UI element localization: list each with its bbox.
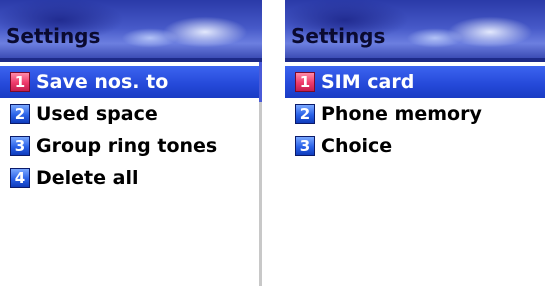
menu-item-sim-card[interactable]: 1 SIM card: [285, 66, 545, 98]
menu-item-label: SIM card: [321, 71, 415, 93]
number-3-icon: 3: [295, 136, 315, 156]
title-bar: Settings: [285, 0, 545, 62]
menu-item-label: Delete all: [36, 167, 139, 189]
title-bar: Settings: [0, 0, 262, 62]
menu-item-label: Choice: [321, 135, 393, 157]
number-2-icon: 2: [295, 104, 315, 124]
menu-item-label: Phone memory: [321, 103, 482, 125]
menu-item-phone-memory[interactable]: 2 Phone memory: [285, 98, 545, 130]
number-2-icon: 2: [10, 104, 30, 124]
menu-item-choice[interactable]: 3 Choice: [285, 130, 545, 162]
scrollbar[interactable]: [259, 62, 262, 286]
menu-item-label: Save nos. to: [36, 71, 169, 93]
number-1-icon: 1: [10, 72, 30, 92]
scrollbar-thumb[interactable]: [259, 62, 262, 102]
menu-item-group-ring-tones[interactable]: 3 Group ring tones: [0, 130, 262, 162]
settings-screen-right: Settings 1 SIM card 2 Phone memory 3 Cho…: [285, 0, 545, 286]
settings-screen-left: Settings 1 Save nos. to 2 Used space 3 G…: [0, 0, 262, 286]
number-1-icon: 1: [295, 72, 315, 92]
menu-item-save-nos-to[interactable]: 1 Save nos. to: [0, 66, 262, 98]
save-location-menu: 1 SIM card 2 Phone memory 3 Choice: [285, 66, 545, 162]
menu-item-label: Used space: [36, 103, 158, 125]
screen-title: Settings: [6, 24, 101, 48]
menu-item-delete-all[interactable]: 4 Delete all: [0, 162, 262, 194]
settings-menu: 1 Save nos. to 2 Used space 3 Group ring…: [0, 66, 262, 194]
number-3-icon: 3: [10, 136, 30, 156]
menu-item-used-space[interactable]: 2 Used space: [0, 98, 262, 130]
number-4-icon: 4: [10, 168, 30, 188]
menu-item-label: Group ring tones: [36, 135, 218, 157]
screen-title: Settings: [291, 24, 386, 48]
